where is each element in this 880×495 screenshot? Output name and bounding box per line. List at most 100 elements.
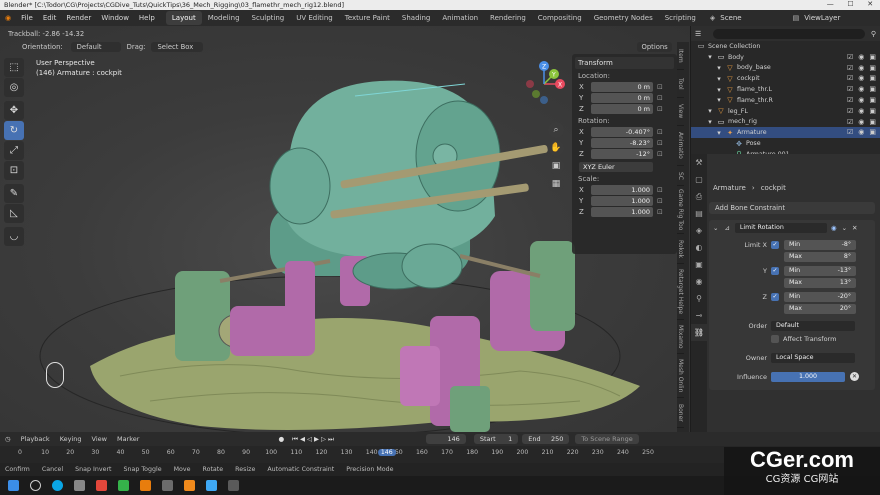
app-icon[interactable] — [206, 480, 217, 491]
scale-z-field[interactable]: 1.000 — [591, 207, 653, 217]
app-icon[interactable] — [162, 480, 173, 491]
eye-icon[interactable]: ◉ — [858, 106, 864, 117]
tab-retarget-helper[interactable]: Retarget Helpe — [677, 264, 684, 320]
outliner-display-icon[interactable]: ☰ — [695, 30, 701, 38]
owner-space-dropdown[interactable]: Local Space — [771, 352, 855, 363]
skype-icon[interactable] — [52, 480, 63, 491]
ortho-grid-icon[interactable]: ▦ — [548, 176, 564, 192]
armature-data-icon[interactable]: ⚲ — [691, 290, 707, 307]
checkbox-icon[interactable]: ☑ — [847, 95, 853, 106]
tab-mixamo[interactable]: Mixamo — [677, 320, 684, 354]
current-frame-field[interactable]: 146 — [425, 434, 466, 444]
lock-icon[interactable]: ⊡ — [657, 208, 663, 216]
scale-x-field[interactable]: 1.000 — [591, 185, 653, 195]
close-icon[interactable]: ✕ — [852, 224, 857, 232]
checkbox-icon[interactable]: ☑ — [847, 117, 853, 128]
order-dropdown[interactable]: Default — [771, 320, 855, 331]
outliner-search-input[interactable] — [713, 28, 865, 39]
object-props-icon[interactable]: ▣ — [691, 256, 707, 273]
minimize-icon[interactable]: — — [827, 0, 834, 10]
limit-checkbox[interactable]: ✓ — [771, 266, 779, 275]
task-view-icon[interactable] — [74, 480, 85, 491]
tab-sculpting[interactable]: Sculpting — [246, 11, 291, 25]
tab-sc[interactable]: SC — [677, 166, 684, 186]
camera-icon[interactable]: ▣ — [869, 63, 876, 74]
pan-hand-icon[interactable]: ✋ — [548, 140, 564, 156]
lock-icon[interactable]: ⊡ — [657, 186, 663, 194]
expand-arrow-icon[interactable]: ▾ — [715, 129, 723, 137]
location-z-field[interactable]: 0 m — [591, 104, 653, 114]
camera-icon[interactable]: ▣ — [869, 106, 876, 117]
line-app-icon[interactable] — [118, 480, 129, 491]
outliner-row[interactable]: ▾ ▽ body_base ☑ ◉ ▣ — [691, 63, 880, 74]
limit-min-field[interactable]: Min -8° — [784, 239, 856, 250]
influence-slider[interactable]: 1.000 — [771, 371, 845, 382]
windows-start-icon[interactable] — [8, 480, 19, 491]
expand-arrow-icon[interactable]: ▾ — [715, 64, 723, 72]
record-icon[interactable]: ● — [278, 435, 284, 443]
blender-logo-icon[interactable]: ◉ — [0, 14, 16, 22]
app-icon[interactable] — [228, 480, 239, 491]
limit-checkbox[interactable]: ✓ — [771, 240, 779, 249]
menu-render[interactable]: Render — [61, 14, 96, 22]
tab-compositing[interactable]: Compositing — [532, 11, 588, 25]
output-props-icon[interactable]: ⎙ — [691, 188, 707, 205]
eye-icon[interactable]: ◉ — [858, 63, 864, 74]
world-props-icon[interactable]: ◐ — [691, 239, 707, 256]
expand-arrow-icon[interactable]: ▾ — [715, 75, 723, 83]
scale-y-field[interactable]: 1.000 — [591, 196, 653, 206]
rotation-x-field[interactable]: -0.407° — [591, 127, 653, 137]
close-icon[interactable]: ✕ — [867, 0, 873, 10]
outliner-row[interactable]: ✥ Pose — [691, 138, 880, 149]
eye-icon[interactable]: ◉ — [858, 52, 864, 63]
to-scene-range-button[interactable]: To Scene Range — [575, 434, 639, 444]
location-x-field[interactable]: 0 m — [591, 82, 653, 92]
view-layer-selector[interactable]: ViewLayer — [799, 14, 845, 22]
scene-props-icon[interactable]: ◈ — [691, 222, 707, 239]
limit-max-field[interactable]: Max 13° — [784, 277, 856, 288]
outliner-row[interactable]: ▾ ▭ Body ☑ ◉ ▣ — [691, 52, 880, 63]
menu-keying[interactable]: Keying — [55, 435, 87, 443]
lock-icon[interactable]: ⊡ — [657, 150, 663, 158]
affect-transform-checkbox[interactable] — [771, 334, 779, 343]
tab-tool[interactable]: Tool — [677, 70, 684, 98]
tab-view[interactable]: View — [677, 98, 684, 126]
rotation-mode-dropdown[interactable]: XYZ Euler — [579, 162, 653, 172]
eye-icon[interactable]: ◉ — [831, 224, 837, 232]
outliner-row[interactable]: ▾ ▽ flame_thr.R ☑ ◉ ▣ — [691, 95, 880, 106]
lock-icon[interactable]: ⊡ — [657, 197, 663, 205]
camera-icon[interactable]: ▣ — [869, 52, 876, 63]
checkbox-icon[interactable]: ☑ — [847, 73, 853, 84]
outliner-scene-collection[interactable]: ▭ Scene Collection — [691, 41, 880, 52]
menu-view[interactable]: View — [87, 435, 112, 443]
lock-icon[interactable]: ⊡ — [657, 128, 663, 136]
3d-viewport[interactable]: Trackball: -2.86 -14.32 Orientation: Def… — [0, 26, 690, 432]
tab-mesh-online[interactable]: Mesh Onlin — [677, 354, 684, 398]
eye-icon[interactable]: ◉ — [858, 84, 864, 95]
render-props-icon[interactable]: ▢ — [691, 171, 707, 188]
rotation-y-field[interactable]: -8.23° — [591, 138, 653, 148]
expand-arrow-icon[interactable]: ▾ — [706, 118, 714, 126]
checkbox-icon[interactable]: ☑ — [847, 127, 853, 138]
camera-icon[interactable]: ▣ — [869, 95, 876, 106]
location-y-field[interactable]: 0 m — [591, 93, 653, 103]
collapse-arrow-icon[interactable]: ⌄ — [713, 224, 718, 232]
tab-texture-paint[interactable]: Texture Paint — [339, 11, 396, 25]
expand-arrow-icon[interactable]: ▾ — [706, 53, 714, 61]
menu-help[interactable]: Help — [134, 14, 160, 22]
menu-window[interactable]: Window — [96, 14, 134, 22]
playback-controls[interactable]: ⏮◀◁▶▷⏭ — [292, 435, 336, 444]
add-bone-constraint-button[interactable]: Add Bone Constraint — [709, 202, 875, 214]
outliner-row[interactable]: ▾ ▽ flame_thr.L ☑ ◉ ▣ — [691, 84, 880, 95]
tab-shading[interactable]: Shading — [396, 11, 436, 25]
menu-file[interactable]: File — [16, 14, 38, 22]
limit-max-field[interactable]: Max 20° — [784, 303, 856, 314]
outliner-row[interactable]: ▾ ▭ mech_rig ☑ ◉ ▣ — [691, 117, 880, 128]
limit-max-field[interactable]: Max 8° — [784, 251, 856, 262]
vlc-icon[interactable] — [184, 480, 195, 491]
tool-props-icon[interactable]: ⚒ — [691, 154, 707, 171]
tab-geometry-nodes[interactable]: Geometry Nodes — [588, 11, 659, 25]
checkbox-icon[interactable]: ☑ — [847, 106, 853, 117]
camera-icon[interactable]: ▣ — [548, 158, 564, 174]
camera-icon[interactable]: ▣ — [869, 73, 876, 84]
